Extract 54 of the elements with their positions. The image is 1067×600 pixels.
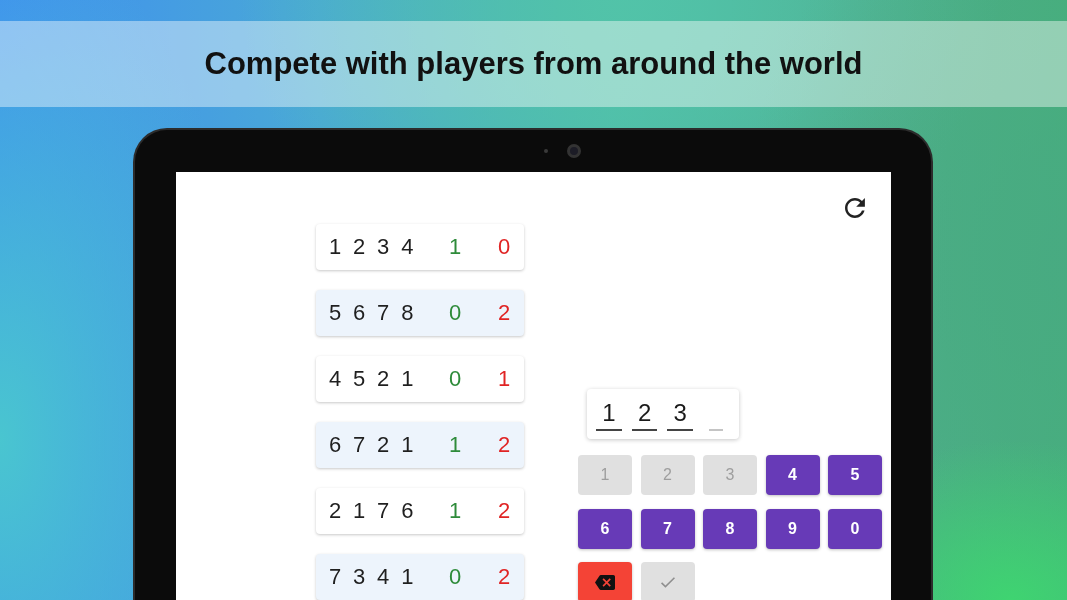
cows-count: 2 [496, 498, 512, 524]
guess-digit: 7 [377, 498, 390, 524]
guess-digit: 4 [401, 234, 414, 260]
bulls-count: 1 [447, 432, 463, 458]
bulls-count: 0 [447, 366, 463, 392]
cows-count: 1 [496, 366, 512, 392]
guess-digit: 2 [353, 234, 366, 260]
guess-digit: 2 [377, 366, 390, 392]
bulls-count: 0 [447, 300, 463, 326]
guess-digit: 2 [377, 432, 390, 458]
guess-digit: 1 [401, 564, 414, 590]
guess-digit: 1 [329, 234, 342, 260]
backspace-icon [595, 574, 615, 590]
check-icon [660, 576, 675, 588]
bulls-count: 1 [447, 234, 463, 260]
sensor-dot-icon [544, 149, 548, 153]
cows-count: 0 [496, 234, 512, 260]
guess-digit: 4 [377, 564, 390, 590]
headline: Compete with players from around the world [204, 46, 863, 82]
cows-count: 2 [496, 564, 512, 590]
guess-digit: 6 [353, 300, 366, 326]
bulls-count: 0 [447, 564, 463, 590]
guess-digit: 4 [329, 366, 342, 392]
guess-digit: 6 [401, 498, 414, 524]
guess-digit: 3 [353, 564, 366, 590]
digit-slot: 3 [667, 397, 694, 431]
guess-digit: 5 [329, 300, 342, 326]
guess-digit: 2 [329, 498, 342, 524]
refresh-button[interactable] [845, 198, 865, 218]
digit-key[interactable]: 9 [765, 508, 820, 549]
camera-lens-icon [567, 144, 581, 158]
digit-key[interactable]: 8 [703, 508, 757, 549]
cows-count: 2 [496, 300, 512, 326]
guess-digit: 7 [353, 432, 366, 458]
guess-digit: 1 [401, 366, 414, 392]
digit-key[interactable]: 5 [828, 455, 882, 495]
guess-digit: 3 [377, 234, 390, 260]
guess-digit: 5 [353, 366, 366, 392]
guess-digit: 1 [401, 432, 414, 458]
digit-key[interactable]: 6 [578, 508, 632, 549]
bulls-count: 1 [447, 498, 463, 524]
digit-slot: 1 [596, 397, 622, 431]
digit-key[interactable]: 0 [828, 508, 882, 549]
guess-digit: 6 [329, 432, 342, 458]
digit-key[interactable]: 7 [640, 508, 695, 549]
guess-digit: 7 [329, 564, 342, 590]
guess-digit: 7 [377, 300, 390, 326]
digit-key[interactable]: 4 [765, 455, 820, 495]
backspace-button[interactable] [578, 562, 632, 600]
guess-digit: 8 [401, 300, 414, 326]
cows-count: 2 [496, 432, 512, 458]
guess-digit: 1 [353, 498, 366, 524]
digit-slot: 2 [631, 397, 658, 431]
refresh-icon [845, 198, 865, 218]
